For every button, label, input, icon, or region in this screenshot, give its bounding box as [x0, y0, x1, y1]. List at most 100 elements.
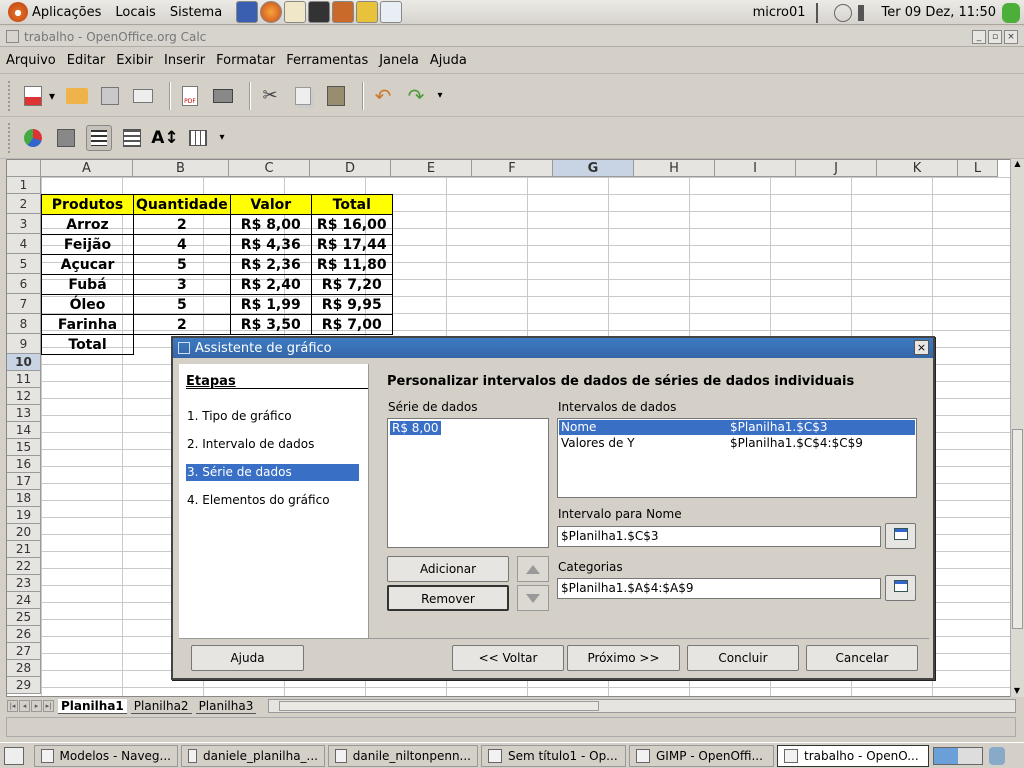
- column-header[interactable]: K: [877, 160, 958, 177]
- row-header[interactable]: 20: [7, 524, 41, 541]
- menu-janela[interactable]: Janela: [379, 53, 419, 68]
- table-cell[interactable]: 2: [133, 214, 231, 235]
- row-header[interactable]: 17: [7, 473, 41, 490]
- row-header[interactable]: 28: [7, 660, 41, 677]
- table-cell[interactable]: R$ 1,99: [229, 294, 312, 315]
- row-header[interactable]: 4: [7, 234, 41, 254]
- table-cell[interactable]: Açucar: [41, 254, 134, 275]
- firefox-icon[interactable]: [260, 1, 283, 23]
- table-cell[interactable]: R$ 9,95: [310, 294, 393, 315]
- terminal-icon[interactable]: [308, 1, 331, 23]
- chart-area-icon[interactable]: [53, 125, 79, 151]
- menu-places[interactable]: Locais: [115, 5, 155, 20]
- gimp-icon[interactable]: [284, 1, 307, 23]
- row-header[interactable]: 21: [7, 541, 41, 558]
- network-icon[interactable]: [833, 3, 852, 22]
- header-cell[interactable]: Quantidade: [133, 194, 231, 215]
- row-header[interactable]: 25: [7, 609, 41, 626]
- undo-icon[interactable]: ↶: [370, 83, 396, 109]
- toolbar-overflow-icon[interactable]: ▾: [218, 125, 226, 151]
- row-header[interactable]: 26: [7, 626, 41, 643]
- select-range-name-button[interactable]: [885, 523, 916, 549]
- gnome-foot-icon[interactable]: [8, 2, 28, 22]
- row-header[interactable]: 24: [7, 592, 41, 609]
- row-header[interactable]: 2: [7, 194, 41, 214]
- table-cell[interactable]: R$ 11,80: [310, 254, 393, 275]
- horizontal-grid-icon[interactable]: [86, 124, 112, 151]
- close-button[interactable]: ×: [1004, 30, 1018, 44]
- scroll-down-icon[interactable]: ▼: [1011, 686, 1023, 695]
- clock[interactable]: Ter 09 Dez, 11:50: [882, 5, 996, 20]
- add-series-button[interactable]: Adicionar: [387, 556, 509, 582]
- remove-series-button[interactable]: Remover: [387, 585, 509, 611]
- step-data-series[interactable]: 3. Série de dados: [186, 464, 359, 481]
- table-cell[interactable]: R$ 8,00: [229, 214, 312, 235]
- move-down-icon[interactable]: [517, 585, 549, 611]
- keys-icon[interactable]: [356, 1, 379, 23]
- column-header[interactable]: F: [472, 160, 553, 177]
- window-menu-icon[interactable]: [6, 30, 19, 43]
- row-header[interactable]: 12: [7, 388, 41, 405]
- menu-arquivo[interactable]: Arquivo: [6, 53, 56, 68]
- table-cell[interactable]: Arroz: [41, 214, 134, 235]
- row-header[interactable]: 23: [7, 575, 41, 592]
- taskbar-item[interactable]: daniele_planilha_...: [181, 744, 325, 767]
- header-cell[interactable]: Total: [310, 194, 393, 215]
- sheet-tab-planilha2[interactable]: Planilha2: [130, 699, 192, 714]
- header-cell[interactable]: Valor: [229, 194, 312, 215]
- menu-editar[interactable]: Editar: [67, 53, 106, 68]
- row-header[interactable]: 1: [7, 177, 41, 194]
- column-header[interactable]: D: [310, 160, 391, 177]
- list-item[interactable]: Nome $Planilha1.$C$3: [559, 420, 915, 435]
- next-button[interactable]: Próximo >>: [567, 645, 680, 671]
- table-cell[interactable]: R$ 2,40: [229, 274, 312, 295]
- list-item[interactable]: Valores de Y $Planilha1.$C$4:$C$9: [559, 436, 915, 451]
- taskbar-item[interactable]: Sem título1 - Op...: [481, 744, 626, 767]
- finish-button[interactable]: Concluir: [687, 645, 799, 671]
- step-data-range[interactable]: 2. Intervalo de dados: [186, 436, 359, 453]
- running-man-icon[interactable]: [1002, 2, 1020, 23]
- row-header-active[interactable]: 10: [7, 354, 41, 371]
- row-header[interactable]: 14: [7, 422, 41, 439]
- row-header[interactable]: 29: [7, 677, 41, 694]
- legend-on-off-icon[interactable]: [119, 125, 145, 151]
- sheet-tab-planilha3[interactable]: Planilha3: [195, 699, 257, 714]
- row-header[interactable]: 18: [7, 490, 41, 507]
- tools-icon[interactable]: [332, 1, 355, 23]
- trash-icon[interactable]: [989, 746, 1005, 765]
- scale-text-icon[interactable]: A↕: [151, 125, 178, 151]
- scroll-thumb[interactable]: [279, 701, 600, 711]
- data-table-icon[interactable]: [185, 125, 211, 151]
- prev-sheet-icon[interactable]: ◂: [19, 700, 30, 712]
- email-icon[interactable]: [130, 83, 156, 109]
- column-header-active[interactable]: G: [553, 160, 634, 177]
- calc-launcher-icon[interactable]: [236, 1, 259, 23]
- table-cell[interactable]: Óleo: [41, 294, 134, 315]
- move-up-icon[interactable]: [517, 556, 549, 582]
- menu-applications[interactable]: Aplicações: [32, 5, 101, 20]
- select-categories-button[interactable]: [885, 575, 916, 601]
- sheet-tab-planilha1[interactable]: Planilha1: [58, 698, 127, 714]
- chevron-down-icon[interactable]: ▾: [47, 83, 57, 109]
- paste-icon[interactable]: [323, 83, 349, 109]
- column-header[interactable]: J: [796, 160, 877, 177]
- taskbar-item[interactable]: danile_niltonpenn...: [328, 744, 478, 767]
- menu-ferramentas[interactable]: Ferramentas: [286, 53, 368, 68]
- table-cell[interactable]: R$ 7,00: [310, 314, 393, 335]
- volume-icon[interactable]: [857, 4, 876, 21]
- table-cell[interactable]: Fubá: [41, 274, 134, 295]
- row-header[interactable]: 5: [7, 254, 41, 274]
- screenshot-icon[interactable]: [380, 1, 403, 23]
- table-cell[interactable]: 5: [133, 254, 231, 275]
- taskbar-item[interactable]: GIMP - OpenOffi...: [629, 744, 774, 767]
- range-name-field[interactable]: $Planilha1.$C$3: [557, 526, 881, 547]
- table-cell[interactable]: 4: [133, 234, 231, 255]
- table-cell[interactable]: R$ 7,20: [310, 274, 393, 295]
- scroll-up-icon[interactable]: ▲: [1011, 159, 1024, 171]
- row-header[interactable]: 6: [7, 274, 41, 294]
- dialog-close-button[interactable]: ×: [914, 340, 929, 355]
- row-header[interactable]: 11: [7, 371, 41, 388]
- cancel-button[interactable]: Cancelar: [806, 645, 918, 671]
- menu-system[interactable]: Sistema: [170, 5, 222, 20]
- step-chart-type[interactable]: 1. Tipo de gráfico: [186, 408, 359, 425]
